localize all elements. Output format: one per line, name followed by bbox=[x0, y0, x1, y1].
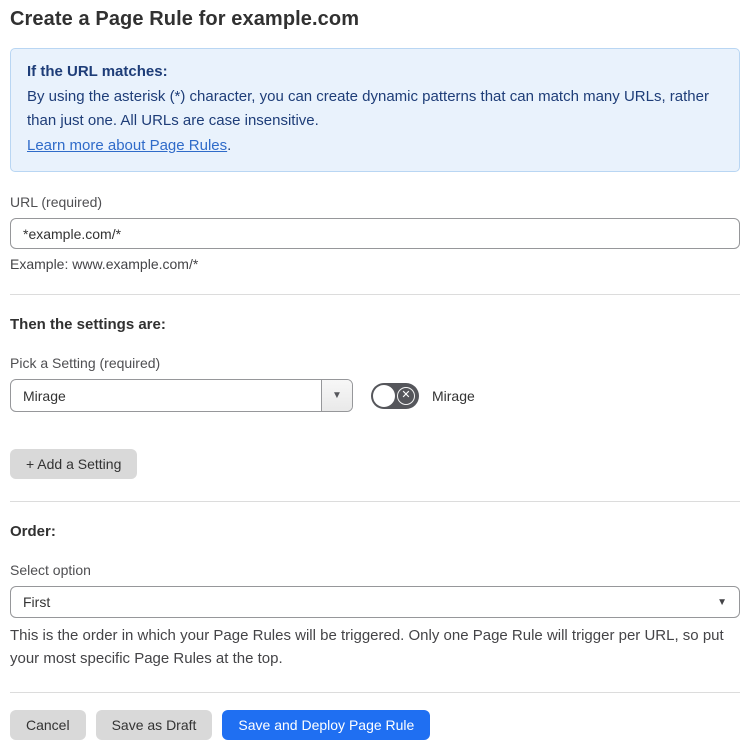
page-title: Create a Page Rule for example.com bbox=[10, 8, 360, 30]
url-example-helper: Example: www.example.com/* bbox=[10, 256, 199, 272]
add-setting-button[interactable]: + Add a Setting bbox=[10, 449, 138, 479]
url-input[interactable] bbox=[10, 218, 740, 249]
setting-dropdown[interactable]: Mirage ▼ bbox=[10, 379, 353, 412]
pick-setting-label: Pick a Setting (required) bbox=[10, 355, 161, 371]
order-select-label: Select option bbox=[10, 562, 91, 578]
chevron-down-icon[interactable]: ▼ bbox=[321, 380, 352, 411]
save-and-deploy-button[interactable]: Save and Deploy Page Rule bbox=[222, 710, 431, 740]
link-suffix: . bbox=[227, 137, 232, 154]
save-as-draft-button[interactable]: Save as Draft bbox=[95, 710, 213, 740]
url-field-label: URL (required) bbox=[10, 194, 103, 210]
divider bbox=[10, 692, 740, 693]
learn-more-link[interactable]: Learn more about Page Rules bbox=[27, 137, 227, 154]
order-section-heading: Order: bbox=[10, 523, 56, 540]
order-helper-text: This is the order in which your Page Rul… bbox=[10, 627, 724, 667]
caret-down-icon: ▼ bbox=[717, 596, 727, 608]
toggle-setting-label: Mirage bbox=[432, 387, 475, 404]
footer-actions: Cancel Save as Draft Save and Deploy Pag… bbox=[10, 710, 740, 740]
info-box-heading: If the URL matches: bbox=[27, 63, 168, 80]
info-box-body: By using the asterisk (*) character, you… bbox=[27, 88, 709, 129]
divider bbox=[10, 501, 740, 502]
order-select-value: First bbox=[23, 594, 51, 610]
mirage-toggle[interactable]: ✕ bbox=[371, 382, 419, 409]
setting-row: Mirage ▼ ✕ Mirage bbox=[10, 379, 740, 412]
toggle-knob bbox=[373, 384, 395, 407]
info-box-link-line: Learn more about Page Rules. bbox=[27, 134, 723, 158]
settings-section-heading: Then the settings are: bbox=[10, 316, 166, 333]
cancel-button[interactable]: Cancel bbox=[10, 710, 86, 740]
create-page-rule-form: Create a Page Rule for example.com If th… bbox=[0, 0, 750, 740]
divider bbox=[10, 294, 740, 295]
url-match-info-box: If the URL matches: By using the asteris… bbox=[10, 48, 740, 172]
toggle-off-x-icon: ✕ bbox=[397, 386, 415, 405]
setting-dropdown-value: Mirage bbox=[23, 387, 66, 404]
order-select[interactable]: First ▼ bbox=[10, 586, 740, 618]
